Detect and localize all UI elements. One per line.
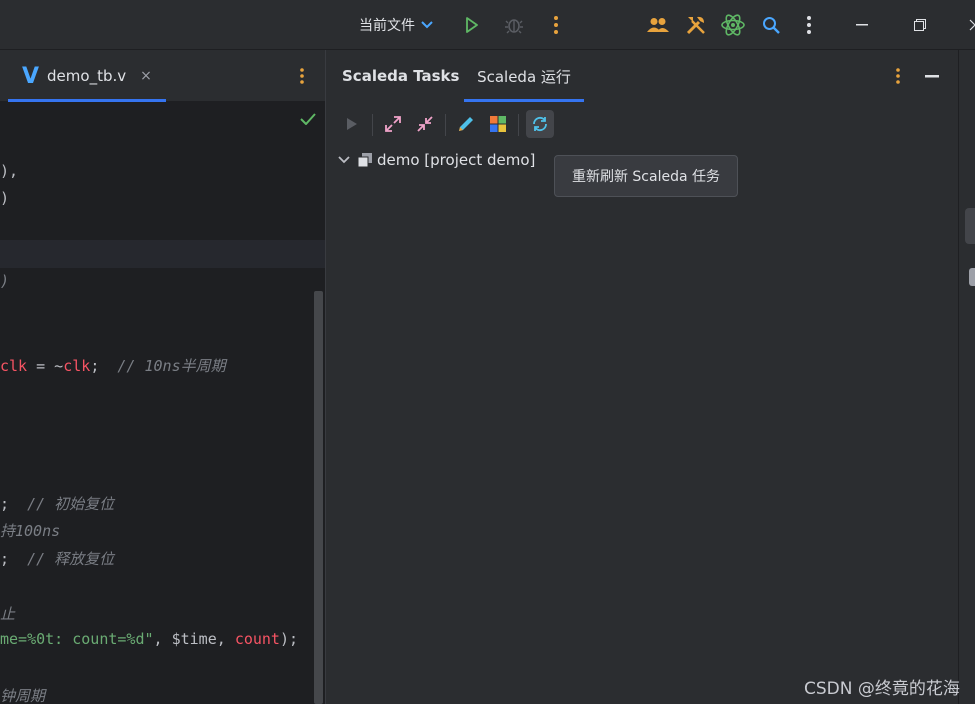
toolbar-separator bbox=[518, 114, 519, 136]
hide-panel-icon[interactable] bbox=[920, 50, 944, 102]
verilog-file-icon: V bbox=[22, 63, 40, 89]
edit-icon[interactable] bbox=[452, 110, 480, 138]
code-line: 钟周期 bbox=[0, 687, 46, 704]
editor-scrollbar[interactable] bbox=[314, 291, 323, 704]
editor-tab-label: demo_tb.v bbox=[47, 67, 127, 85]
refresh-tooltip: 重新刷新 Scaleda 任务 bbox=[554, 155, 738, 197]
tab-scaleda-run-label: Scaleda 运行 bbox=[477, 67, 571, 86]
checkmark-icon bbox=[300, 110, 316, 129]
code-line: ) bbox=[0, 272, 10, 290]
run-config-label: 当前文件 bbox=[359, 18, 415, 34]
collapse-all-icon[interactable] bbox=[411, 110, 439, 138]
right-tool-strip bbox=[958, 50, 975, 704]
run-icon[interactable] bbox=[457, 0, 487, 50]
code-line: ), bbox=[0, 162, 19, 180]
chevron-down-icon bbox=[421, 18, 433, 32]
code-line: ; // 初始复位 bbox=[0, 495, 115, 513]
run-config-selector[interactable]: 当前文件 bbox=[350, 0, 442, 50]
atom-icon[interactable] bbox=[718, 0, 748, 50]
search-icon[interactable] bbox=[756, 0, 786, 50]
tree-node-project[interactable]: demo [project demo] bbox=[334, 148, 535, 172]
code-line: 持100ns bbox=[0, 522, 61, 540]
code-line: ; // 释放复位 bbox=[0, 550, 115, 568]
close-icon[interactable]: × bbox=[140, 68, 152, 84]
watermark: CSDN @终竟的花海 bbox=[804, 679, 960, 699]
project-icon bbox=[358, 153, 376, 167]
tab-scaleda-run[interactable]: Scaleda 运行 bbox=[464, 50, 584, 102]
tree-node-label: demo [project demo] bbox=[377, 151, 536, 169]
code-line: clk = ~clk; // 10ns半周期 bbox=[0, 357, 226, 375]
minimize-icon[interactable] bbox=[847, 0, 877, 50]
toolbar-separator bbox=[372, 114, 373, 136]
editor-tab-demo-tb[interactable]: V demo_tb.v × bbox=[8, 50, 166, 102]
side-tool-button[interactable] bbox=[965, 208, 975, 244]
run-task-button[interactable] bbox=[338, 110, 366, 138]
more-vertical-icon[interactable] bbox=[888, 50, 908, 102]
debug-icon[interactable] bbox=[499, 0, 529, 50]
layout-grid-icon[interactable] bbox=[484, 110, 512, 138]
build-tools-icon[interactable] bbox=[681, 0, 711, 50]
current-line-highlight bbox=[0, 240, 325, 268]
more-vertical-icon[interactable] bbox=[292, 50, 312, 102]
more-vertical-icon[interactable] bbox=[794, 0, 824, 50]
code-line: me=%0t: count=%d", $time, count); bbox=[0, 630, 299, 648]
refresh-icon[interactable] bbox=[526, 110, 554, 138]
close-icon[interactable] bbox=[960, 0, 975, 50]
expand-all-icon[interactable] bbox=[379, 110, 407, 138]
chevron-down-icon[interactable] bbox=[334, 156, 354, 164]
main-toolbar: 当前文件 bbox=[0, 0, 975, 50]
users-icon[interactable] bbox=[643, 0, 673, 50]
code-line: ) bbox=[0, 189, 10, 207]
more-vertical-icon[interactable] bbox=[541, 0, 571, 50]
tool-window-header: Scaleda Tasks Scaleda 运行 bbox=[326, 50, 958, 102]
side-tool-button[interactable] bbox=[969, 268, 975, 286]
toolbar-separator bbox=[445, 114, 446, 136]
restore-icon[interactable] bbox=[905, 0, 935, 50]
tab-scaleda-tasks[interactable]: Scaleda Tasks bbox=[342, 50, 459, 102]
editor-tab-bar: V demo_tb.v × bbox=[0, 50, 325, 102]
code-line: 止 bbox=[0, 605, 16, 623]
code-editor[interactable]: ), ) ) clk = ~clk; // 10ns半周期 ; // 初始复位 … bbox=[0, 102, 325, 704]
